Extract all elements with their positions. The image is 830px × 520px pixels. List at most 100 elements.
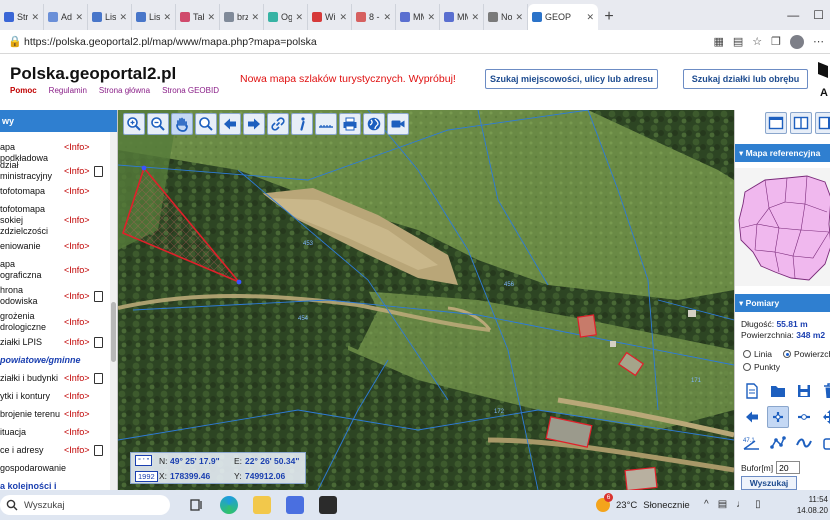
layers-scrollbar-thumb[interactable]: [111, 302, 116, 362]
url-text[interactable]: https://polska.geoportal2.pl/map/www/map…: [24, 36, 713, 48]
more-menu-icon[interactable]: ⋯: [813, 35, 824, 48]
layer-name[interactable]: hrona odowiska: [0, 285, 62, 307]
layer-row[interactable]: tofotomapa <Info>: [0, 186, 108, 197]
reference-map-header[interactable]: ▾ Mapa referencyjna: [735, 144, 830, 162]
layer-info-link[interactable]: <Info>: [64, 142, 90, 152]
browser-tab[interactable]: brzo✕: [220, 4, 264, 30]
mode-area-radio[interactable]: Powierzchnia: [783, 349, 830, 359]
layer-info-link[interactable]: <Info>: [64, 317, 90, 327]
coord-format-toggle[interactable]: ° ' ": [135, 455, 153, 466]
layer-name[interactable]: tofotomapa sokiej zdzielczości: [0, 204, 62, 237]
browser-tab[interactable]: Wirtu✕: [308, 4, 352, 30]
reader-view-icon[interactable]: ▤: [733, 35, 743, 48]
tab-close-icon[interactable]: ✕: [75, 12, 83, 23]
layer-row[interactable]: eniowanie <Info>: [0, 241, 108, 252]
layer-name[interactable]: eniowanie: [0, 241, 62, 252]
battery-icon[interactable]: ▯: [755, 499, 761, 510]
store-app-icon[interactable]: [319, 496, 337, 514]
layer-info-link[interactable]: <Info>: [64, 186, 90, 196]
weather-widget[interactable]: 6 23°C Słonecznie: [596, 493, 690, 512]
orthophoto-map[interactable]: 453 456 172 171 454: [118, 110, 734, 490]
layer-row[interactable]: grożenia drologiczne <Info>: [0, 311, 108, 333]
layers-scrollbar[interactable]: [110, 132, 117, 490]
mail-app-icon[interactable]: [286, 496, 304, 514]
tab-close-icon[interactable]: ✕: [427, 12, 435, 23]
tab-close-icon[interactable]: ✕: [339, 12, 347, 23]
layer-row[interactable]: apa podkładowa <Info>: [0, 142, 108, 163]
layer-name[interactable]: ytki i kontury: [0, 391, 62, 402]
search-buffer-button[interactable]: Wyszukaj: [741, 476, 797, 490]
zoom-out-button[interactable]: [147, 113, 169, 135]
legend-document-icon[interactable]: [94, 445, 103, 456]
layer-info-link[interactable]: <Info>: [64, 427, 90, 437]
browser-tab[interactable]: Tablic✕: [176, 4, 220, 30]
buffer-tool-button[interactable]: [819, 432, 830, 454]
reference-map[interactable]: [735, 168, 830, 286]
browser-tab[interactable]: 8 - W✕: [352, 4, 396, 30]
browser-tab[interactable]: Stron✕: [0, 4, 44, 30]
layer-info-link[interactable]: <Info>: [64, 409, 90, 419]
globe-button[interactable]: [363, 113, 385, 135]
mode-points-radio[interactable]: Punkty: [743, 362, 780, 372]
speaker-icon[interactable]: ♩: [736, 499, 746, 510]
legend-document-icon[interactable]: [94, 337, 103, 348]
layer-info-link[interactable]: <Info>: [64, 166, 90, 176]
legend-document-icon[interactable]: [94, 165, 103, 177]
browser-tab[interactable]: Ogło✕: [264, 4, 308, 30]
layer-info-link[interactable]: <Info>: [64, 337, 90, 347]
tab-close-icon[interactable]: ✕: [515, 12, 523, 23]
tab-close-icon[interactable]: ✕: [119, 12, 127, 23]
promo-link[interactable]: Nowa mapa szlaków turystycznych. Wypróbu…: [240, 73, 456, 85]
layer-name[interactable]: gospodarowanie: [0, 463, 66, 474]
measure-button[interactable]: [315, 113, 337, 135]
info-button[interactable]: [291, 113, 313, 135]
edge-browser-icon[interactable]: [220, 496, 238, 514]
home-link[interactable]: Strona główna: [99, 86, 150, 95]
layer-row[interactable]: powiatowe/gminne: [0, 355, 108, 366]
layer-row[interactable]: gospodarowanie: [0, 463, 108, 474]
profile-avatar[interactable]: [790, 34, 804, 49]
layer-row[interactable]: brojenie terenu <Info>: [0, 409, 108, 420]
browser-tab[interactable]: MMS✕: [396, 4, 440, 30]
browser-tab[interactable]: Nowa✕: [484, 4, 528, 30]
zoom-window-button[interactable]: [195, 113, 217, 135]
task-view-icon[interactable]: [188, 496, 206, 514]
taskbar-clock[interactable]: 11:54 14.08.20: [797, 494, 828, 516]
layer-name[interactable]: tofotomapa: [0, 186, 62, 197]
network-icon[interactable]: ▤: [718, 499, 727, 510]
layer-name[interactable]: ce i adresy: [0, 445, 62, 456]
layer-name[interactable]: brojenie terenu: [0, 409, 62, 420]
lock-icon[interactable]: 🔒: [6, 35, 24, 48]
layer-name[interactable]: ziałki LPIS: [0, 337, 62, 348]
add-vertex-button[interactable]: [767, 406, 789, 428]
save-measure-button[interactable]: [793, 380, 815, 402]
layout-split-button[interactable]: [790, 112, 812, 134]
next-view-button[interactable]: [243, 113, 265, 135]
layer-row[interactable]: ytki i kontury <Info>: [0, 391, 108, 402]
layer-name[interactable]: powiatowe/gminne: [0, 355, 108, 366]
tab-close-icon[interactable]: ✕: [163, 12, 171, 23]
layer-name[interactable]: a kolejności i oczystości: [0, 481, 108, 490]
layer-name[interactable]: grożenia drologiczne: [0, 311, 62, 333]
help-link[interactable]: Pomoc: [10, 86, 37, 95]
search-place-button[interactable]: Szukaj miejscowości, ulicy lub adresu: [485, 69, 658, 89]
new-tab-button[interactable]: +: [598, 4, 620, 30]
print-button[interactable]: [339, 113, 361, 135]
layer-row[interactable]: ziałki LPIS <Info>: [0, 337, 108, 348]
layer-row[interactable]: ce i adresy <Info>: [0, 445, 108, 456]
layer-row[interactable]: ziałki i budynki <Info>: [0, 373, 108, 384]
tab-close-icon[interactable]: ✕: [251, 12, 259, 23]
chevron-up-icon[interactable]: ^: [704, 499, 709, 510]
layer-row[interactable]: ituacja <Info>: [0, 427, 108, 438]
maximize-icon[interactable]: ☐: [813, 8, 824, 22]
minimize-icon[interactable]: —: [787, 8, 799, 22]
tab-close-icon[interactable]: ✕: [471, 12, 479, 23]
browser-tab[interactable]: Lista✕: [132, 4, 176, 30]
geobid-link[interactable]: Strona GEOBID: [162, 86, 219, 95]
layout-single-button[interactable]: [765, 112, 787, 134]
layer-info-link[interactable]: <Info>: [64, 445, 90, 455]
move-vertex-button[interactable]: [819, 406, 830, 428]
layer-info-link[interactable]: <Info>: [64, 241, 90, 251]
tab-close-icon[interactable]: ✕: [383, 12, 391, 23]
layer-name[interactable]: apa ograficzna: [0, 259, 62, 281]
